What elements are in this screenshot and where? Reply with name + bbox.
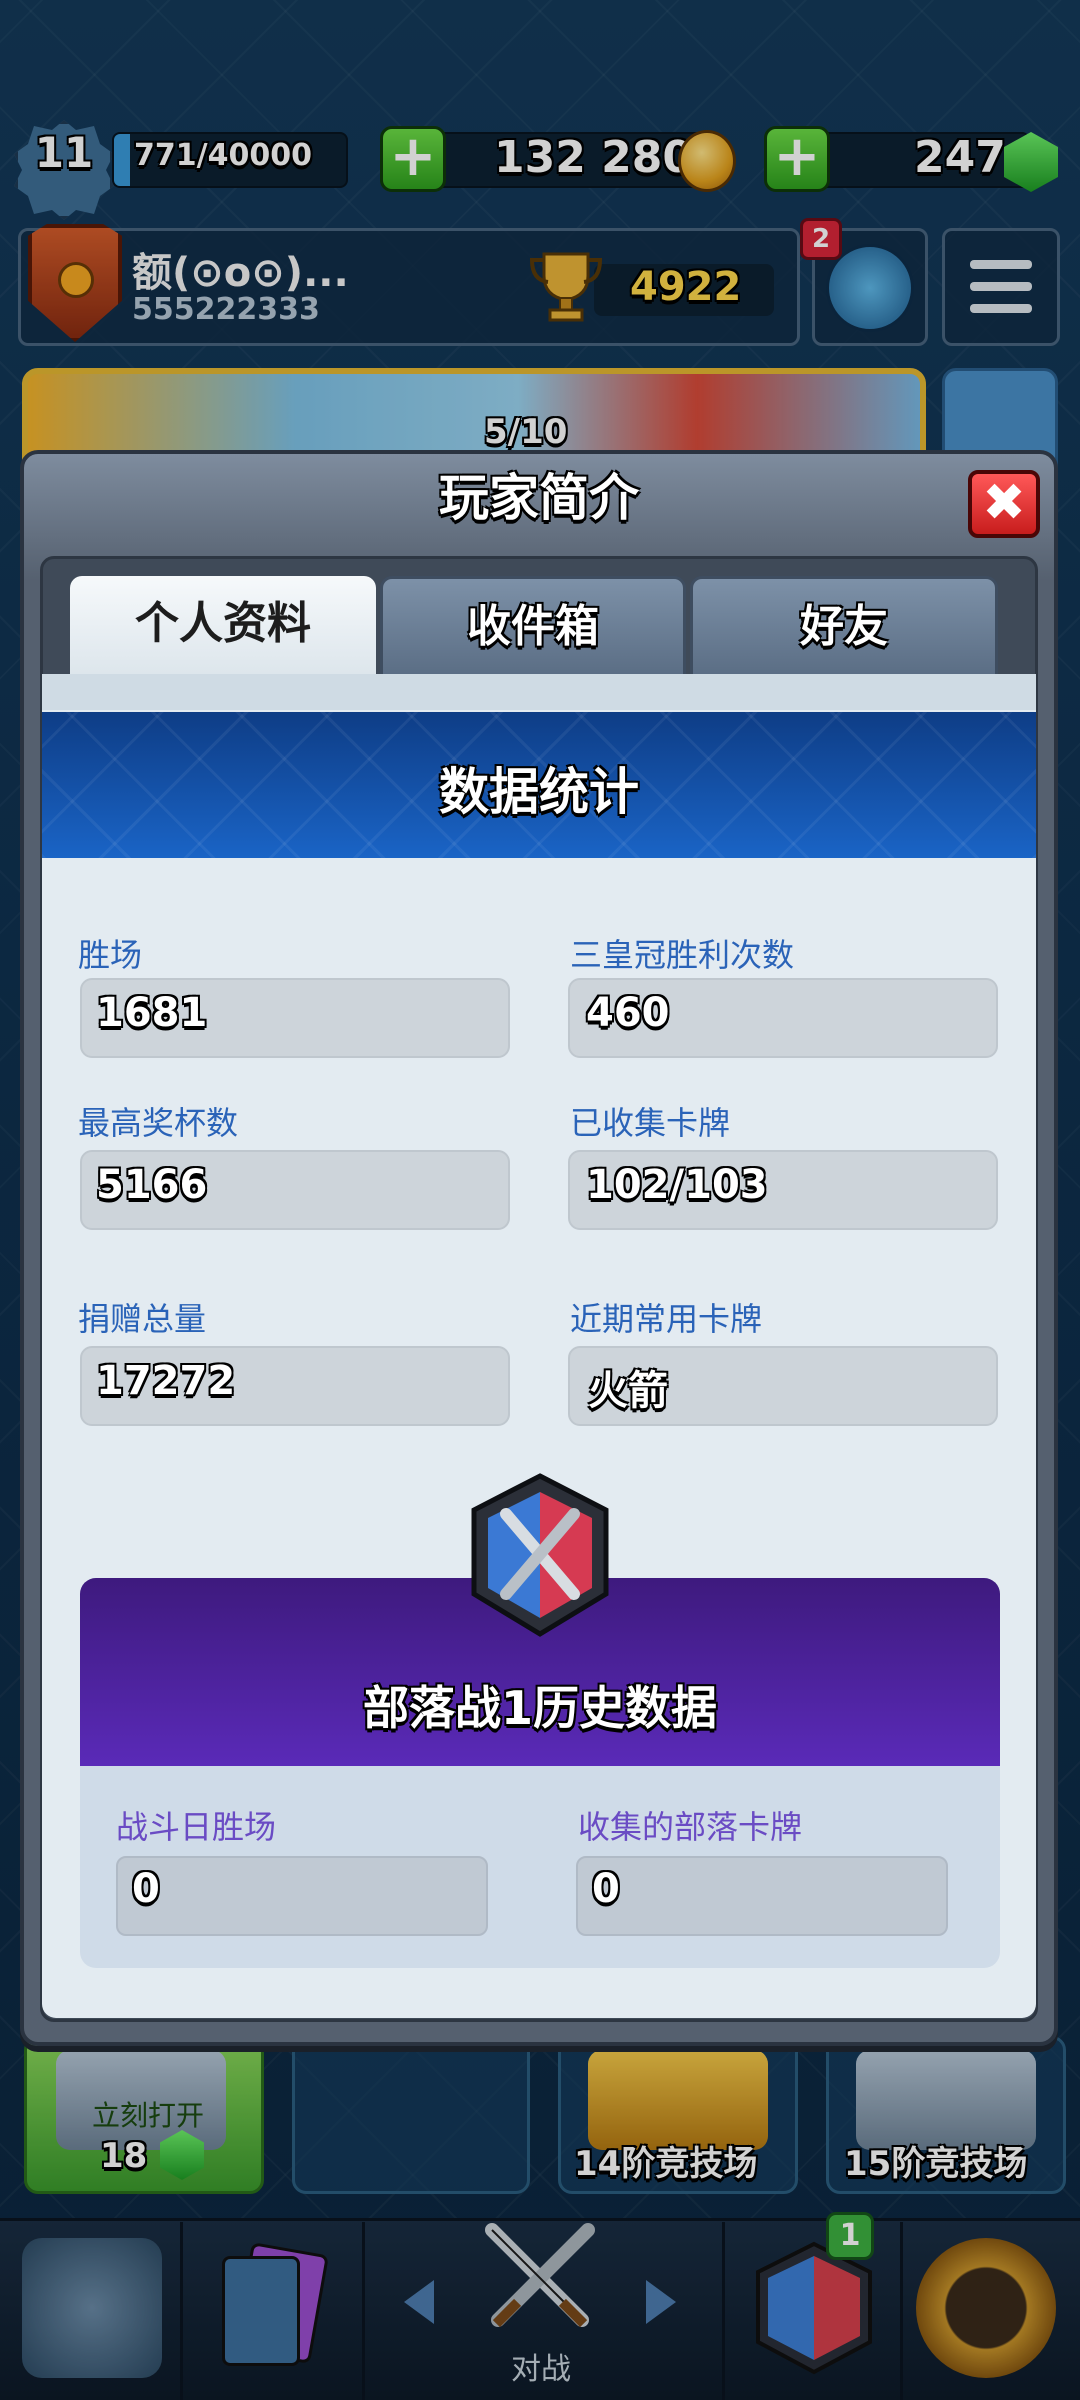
stat-label-total-donations: 捐赠总量 <box>78 1300 207 1338</box>
stat-value-three-crown-wins: 460 <box>586 990 670 1036</box>
tab-profile[interactable]: 个人资料 <box>70 576 376 674</box>
stat-value-highest-trophies: 5166 <box>96 1162 208 1208</box>
close-button[interactable]: ✖ <box>968 470 1040 538</box>
clan-war-title: 部落战1历史数据 <box>362 1681 717 1735</box>
war-stat-label-clan-cards: 收集的部落卡牌 <box>578 1808 803 1846</box>
stat-value-total-donations: 17272 <box>96 1358 236 1404</box>
stat-value-favorite-card: 火箭 <box>588 1368 668 1414</box>
stats-title: 数据统计 <box>439 763 639 821</box>
stat-value-wins: 1681 <box>96 990 208 1036</box>
stat-label-wins: 胜场 <box>78 936 143 974</box>
war-stat-box-clan-cards <box>576 1856 948 1936</box>
clan-war-shield-icon <box>471 1473 609 1637</box>
content-divider <box>42 674 1036 710</box>
tab-inbox[interactable]: 收件箱 <box>380 576 686 674</box>
stat-label-cards-collected: 已收集卡牌 <box>570 1104 731 1142</box>
modal-title: 玩家简介 <box>439 469 639 527</box>
stat-label-three-crown-wins: 三皇冠胜利次数 <box>570 936 795 974</box>
war-stat-label-battle-day-wins: 战斗日胜场 <box>116 1808 277 1846</box>
stat-value-cards-collected: 102/103 <box>586 1162 768 1208</box>
stat-label-favorite-card: 近期常用卡牌 <box>570 1300 763 1338</box>
war-stat-box-battle-day-wins <box>116 1856 488 1936</box>
war-stat-value-battle-day-wins: 0 <box>132 1866 160 1912</box>
tab-friends[interactable]: 好友 <box>690 576 998 674</box>
stat-label-highest-trophies: 最高奖杯数 <box>78 1104 239 1142</box>
war-stat-value-clan-cards: 0 <box>592 1866 620 1912</box>
